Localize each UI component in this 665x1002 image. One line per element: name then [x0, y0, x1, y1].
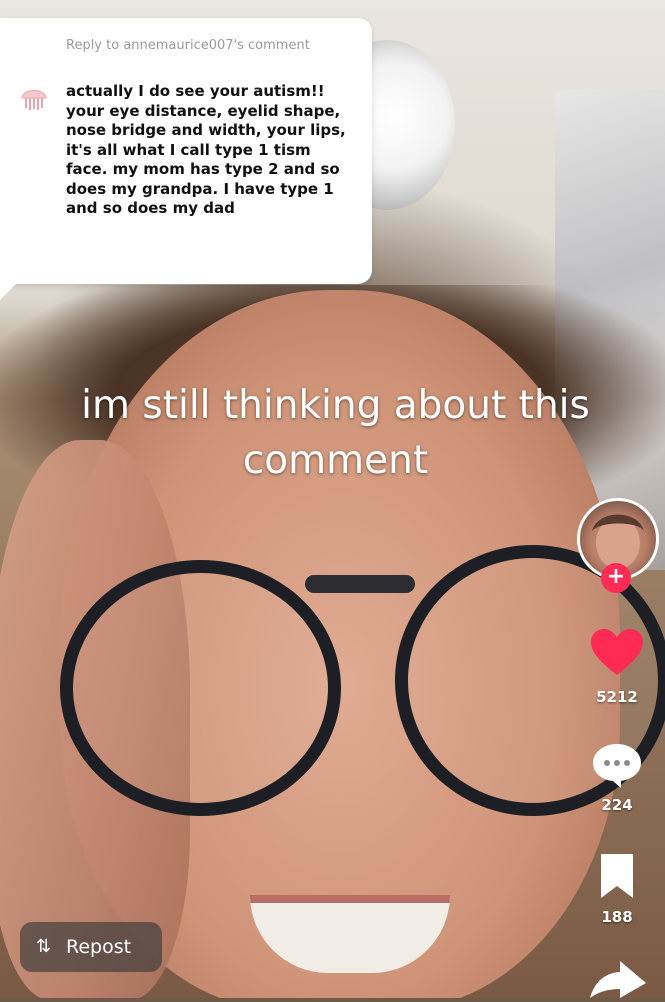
glasses-left-lens	[60, 560, 341, 816]
reply-label: Reply to annemaurice007's comment	[66, 38, 310, 53]
share-button[interactable]	[586, 955, 650, 998]
repost-label: Repost	[66, 936, 132, 958]
comments-button[interactable]: 224	[575, 742, 659, 814]
comments-count: 224	[601, 796, 633, 814]
follow-button[interactable]: +	[601, 563, 631, 593]
jellyfish-icon	[18, 82, 50, 114]
save-button[interactable]: 188	[575, 852, 659, 926]
repost-button[interactable]: ⇅ Repost	[20, 922, 162, 972]
comment-text: actually I do see your autism!! your eye…	[66, 82, 346, 217]
heart-icon	[591, 629, 643, 675]
reply-comment-card[interactable]: Reply to annemaurice007's comment actual…	[0, 18, 372, 300]
share-arrow-icon	[590, 961, 646, 998]
bookmark-icon	[601, 854, 633, 898]
like-button[interactable]: 5212	[575, 628, 659, 706]
likes-count: 5212	[596, 688, 638, 706]
repost-icon: ⇅	[36, 936, 52, 957]
comment-icon	[593, 744, 641, 788]
video-caption: im still thinking about this comment	[81, 383, 590, 483]
glasses-bridge	[305, 575, 415, 593]
saves-count: 188	[601, 908, 633, 926]
